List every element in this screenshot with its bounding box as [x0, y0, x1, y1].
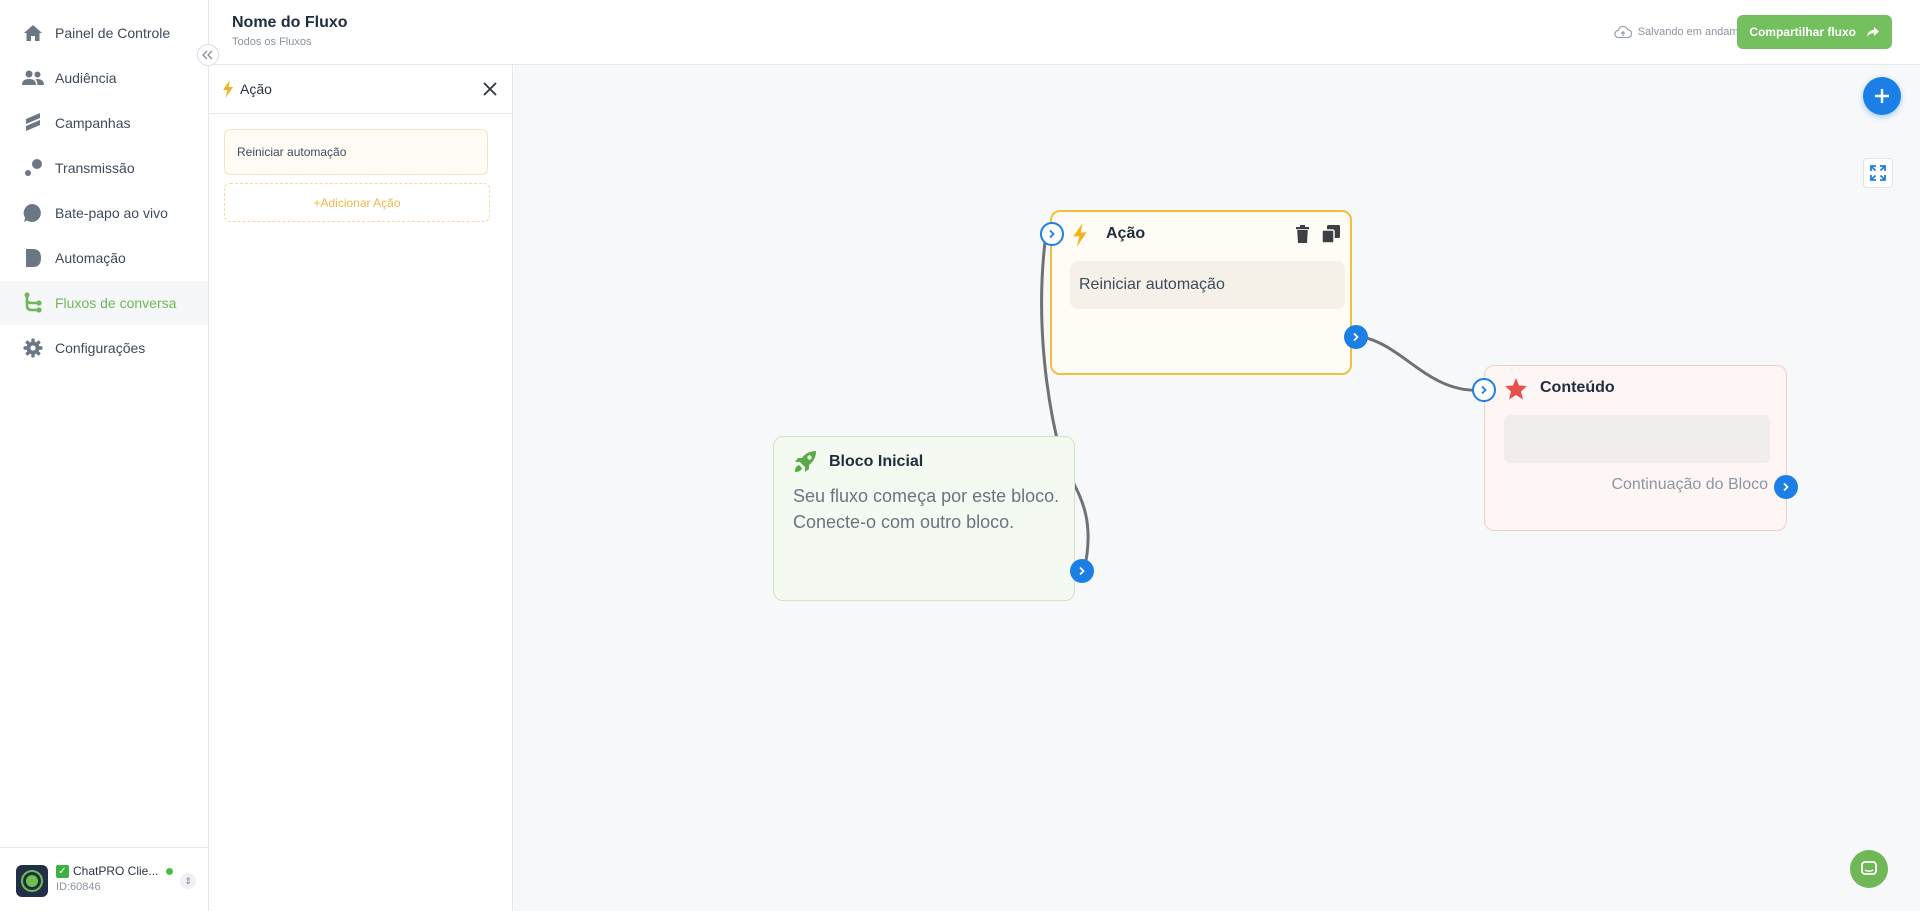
action-block-node[interactable]: Ação Reiniciar automação	[1050, 210, 1352, 375]
sidebar-item-transmissao[interactable]: Transmissão	[0, 146, 208, 190]
online-status-dot	[166, 867, 174, 875]
users-icon	[22, 67, 44, 89]
sidebar-item-label: Campanhas	[55, 115, 131, 131]
cloud-upload-icon	[1613, 25, 1632, 39]
support-chat-button[interactable]	[1850, 850, 1888, 888]
share-flow-label: Compartilhar fluxo	[1749, 25, 1856, 39]
add-action-button[interactable]: +Adicionar Ação	[224, 183, 490, 222]
sidebar-item-configuracoes[interactable]: Configurações	[0, 326, 208, 370]
collapse-sidebar-button[interactable]	[197, 44, 219, 66]
content-block-input-port[interactable]	[1472, 378, 1496, 402]
sidebar-item-label: Audiência	[55, 70, 117, 86]
action-panel: Ação Reiniciar automação +Adicionar Ação	[209, 65, 513, 911]
start-block-node[interactable]: Bloco Inicial Seu fluxo começa por este …	[773, 436, 1075, 601]
profile-name: ChatPRO Clie...	[73, 864, 159, 878]
verified-check-icon: ✓	[56, 864, 69, 878]
home-icon	[22, 22, 44, 44]
content-block-title: Conteúdo	[1540, 379, 1615, 396]
action-panel-title: Ação	[240, 81, 272, 97]
chevron-right-icon	[1481, 385, 1487, 395]
sidebar-item-bate-papo[interactable]: Bate-papo ao vivo	[0, 191, 208, 235]
sidebar-item-label: Fluxos de conversa	[55, 295, 177, 311]
chat-icon	[1861, 861, 1877, 875]
action-item-restart-automation[interactable]: Reiniciar automação	[224, 129, 488, 175]
action-block-input-port[interactable]	[1040, 222, 1064, 246]
star-icon	[1505, 378, 1527, 400]
expand-icon	[1870, 165, 1886, 181]
breadcrumb-all-flows[interactable]: Todos os Fluxos	[232, 36, 311, 48]
flow-canvas[interactable]: Bloco Inicial Seu fluxo começa por este …	[514, 65, 1920, 911]
content-block-placeholder[interactable]	[1504, 415, 1770, 463]
share-arrow-icon	[1867, 27, 1879, 37]
rocket-icon	[795, 451, 816, 472]
sidebar-item-campanhas[interactable]: Campanhas	[0, 101, 208, 145]
flow-icon	[22, 292, 44, 314]
sidebar-item-automacao[interactable]: Automação	[0, 236, 208, 280]
trash-icon[interactable]	[1295, 225, 1310, 243]
double-chevron-left-icon	[202, 50, 213, 60]
lightning-icon	[1073, 223, 1087, 247]
start-block-output-port[interactable]	[1070, 559, 1094, 583]
action-block-output-port[interactable]	[1344, 325, 1368, 349]
sidebar-item-label: Automação	[55, 250, 126, 266]
action-block-tools	[1295, 225, 1340, 243]
start-block-title: Bloco Inicial	[829, 453, 924, 470]
chevron-right-icon	[1079, 566, 1085, 576]
sidebar-item-fluxos-de-conversa[interactable]: Fluxos de conversa	[0, 281, 208, 325]
flow-title[interactable]: Nome do Fluxo	[232, 14, 348, 32]
sidebar-item-label: Configurações	[55, 340, 146, 356]
lightning-icon	[223, 80, 233, 98]
sidebar: Painel de Controle Audiência Campanhas T…	[0, 0, 209, 911]
action-block-item[interactable]: Reiniciar automação	[1070, 261, 1345, 309]
profile-name-row: ✓ ChatPRO Clie...	[56, 864, 174, 878]
content-block-continuation: Continuação do Bloco	[1611, 476, 1768, 493]
fullscreen-button[interactable]	[1863, 158, 1893, 188]
chat-bubble-icon	[22, 202, 44, 224]
add-block-button[interactable]	[1863, 77, 1901, 115]
sidebar-item-painel-de-controle[interactable]: Painel de Controle	[0, 11, 208, 55]
broadcast-icon	[22, 157, 44, 179]
content-block-node[interactable]: Conteúdo Continuação do Bloco	[1484, 365, 1787, 531]
start-block-description: Seu fluxo começa por este bloco. Conecte…	[793, 486, 1060, 532]
action-block-title: Ação	[1106, 225, 1146, 242]
header: Nome do Fluxo Todos os Fluxos Salvando e…	[209, 0, 1920, 65]
sidebar-item-label: Transmissão	[55, 160, 135, 176]
profile-id: ID:60846	[56, 881, 101, 893]
sidebar-item-audiencia[interactable]: Audiência	[0, 56, 208, 100]
campaigns-icon	[22, 112, 44, 134]
automation-icon	[22, 247, 44, 269]
sidebar-item-label: Bate-papo ao vivo	[55, 205, 168, 221]
duplicate-icon[interactable]	[1322, 225, 1340, 243]
share-flow-button[interactable]: Compartilhar fluxo	[1737, 15, 1892, 49]
chevron-right-icon	[1353, 332, 1359, 342]
plus-icon	[1875, 89, 1889, 103]
gear-icon	[22, 337, 44, 359]
avatar	[16, 865, 48, 897]
profile-switcher[interactable]: ✓ ChatPRO Clie... ID:60846 ⇕	[0, 847, 208, 911]
edge-action-to-content	[1361, 335, 1485, 392]
close-icon[interactable]	[480, 79, 500, 99]
content-block-output-port[interactable]	[1774, 475, 1798, 499]
action-panel-header: Ação	[209, 65, 512, 114]
select-arrows-icon[interactable]: ⇕	[180, 873, 196, 889]
chevron-right-icon	[1049, 229, 1055, 239]
chevron-right-icon	[1783, 482, 1789, 492]
sidebar-item-label: Painel de Controle	[55, 25, 171, 41]
